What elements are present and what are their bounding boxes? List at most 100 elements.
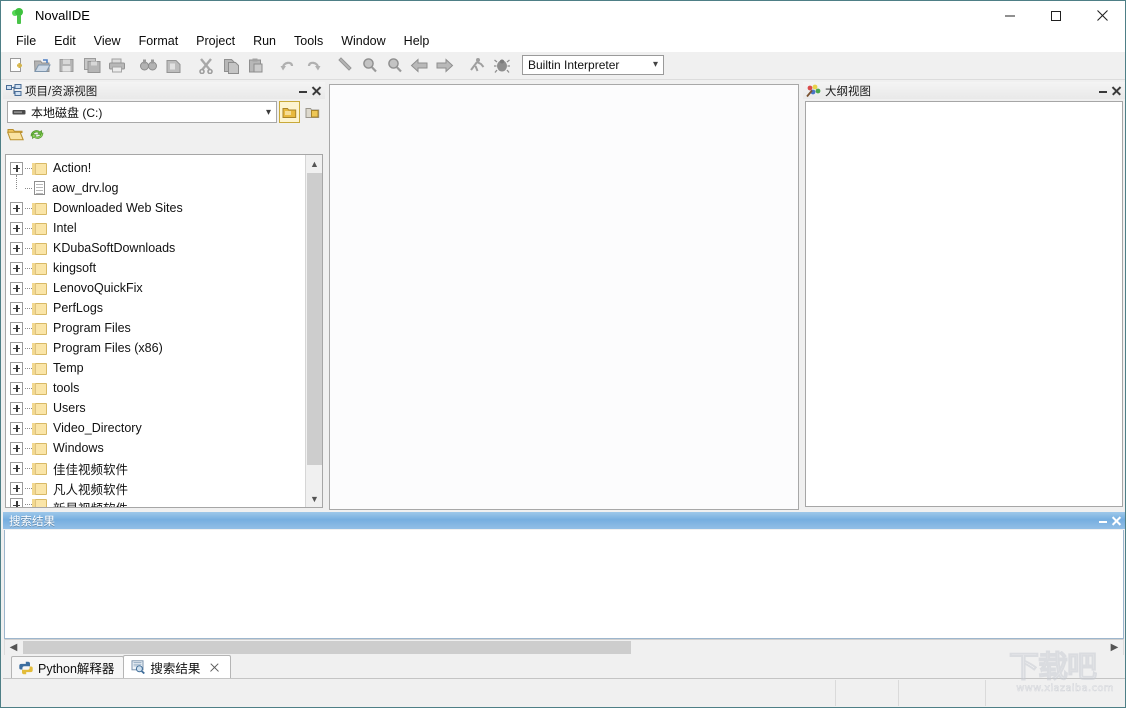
tab-python-interpreter[interactable]: Python解释器 xyxy=(11,656,125,678)
save-icon[interactable] xyxy=(54,54,79,78)
menu-help[interactable]: Help xyxy=(395,31,439,51)
expand-icon[interactable] xyxy=(10,261,23,275)
search-results-content[interactable] xyxy=(4,530,1124,639)
minimize-icon[interactable] xyxy=(1099,87,1107,94)
tree-item[interactable]: 凡人视频软件 xyxy=(6,478,305,498)
chevron-right-icon[interactable]: ▶ xyxy=(1106,640,1123,655)
expand-icon[interactable] xyxy=(10,341,23,355)
expand-icon[interactable] xyxy=(10,241,23,255)
expand-icon[interactable] xyxy=(10,361,23,375)
expand-icon[interactable] xyxy=(10,461,23,475)
menu-project[interactable]: Project xyxy=(187,31,244,51)
expand-icon[interactable] xyxy=(10,401,23,415)
open-folder-icon[interactable] xyxy=(6,127,24,145)
tree-item[interactable]: 佳佳视频软件 xyxy=(6,458,305,478)
copy-icon[interactable] xyxy=(218,54,243,78)
expand-icon[interactable] xyxy=(10,381,23,395)
scrollbar-thumb[interactable] xyxy=(23,641,631,654)
tree-item[interactable]: Program Files xyxy=(6,318,305,338)
minimize-icon[interactable] xyxy=(1099,517,1107,524)
search-results-hscrollbar[interactable]: ◀ ▶ xyxy=(4,639,1124,656)
menu-run[interactable]: Run xyxy=(244,31,285,51)
menu-view[interactable]: View xyxy=(85,31,130,51)
outline-content[interactable] xyxy=(805,101,1123,507)
outline-panel-header[interactable]: 大纲视图 xyxy=(803,82,1125,99)
close-button[interactable] xyxy=(1079,1,1125,30)
drive-select[interactable]: 本地磁盘 (C:) ▾ xyxy=(7,101,277,123)
editor-area[interactable] xyxy=(329,84,799,510)
tree-item[interactable]: 新星视频软件 xyxy=(6,498,305,507)
project-folder-button[interactable] xyxy=(279,101,300,123)
project-tree-scrollbar[interactable]: ▲ ▼ xyxy=(305,155,322,507)
back-arrow-icon[interactable] xyxy=(407,54,432,78)
tree-item[interactable]: Program Files (x86) xyxy=(6,338,305,358)
expand-icon[interactable] xyxy=(10,161,23,175)
tree-item[interactable]: PerfLogs xyxy=(6,298,305,318)
undo-icon[interactable] xyxy=(275,54,300,78)
close-icon[interactable] xyxy=(312,86,321,96)
tree-line xyxy=(25,462,32,475)
expand-icon[interactable] xyxy=(10,421,23,435)
menu-window[interactable]: Window xyxy=(332,31,394,51)
project-panel-header[interactable]: 项目/资源视图 xyxy=(3,82,325,99)
interpreter-combo[interactable]: Builtin Interpreter ▾ xyxy=(522,54,664,75)
chevron-up-icon[interactable]: ▲ xyxy=(306,155,322,172)
print-icon[interactable] xyxy=(104,54,129,78)
tree-item[interactable]: Windows xyxy=(6,438,305,458)
expand-icon[interactable] xyxy=(10,281,23,295)
menu-tools[interactable]: Tools xyxy=(285,31,332,51)
tree-item[interactable]: kingsoft xyxy=(6,258,305,278)
folder-icon xyxy=(32,442,47,455)
redo-icon[interactable] xyxy=(300,54,325,78)
new-file-icon[interactable] xyxy=(4,54,29,78)
zoom-out-icon[interactable] xyxy=(382,54,407,78)
chevron-down-icon[interactable]: ▼ xyxy=(306,490,322,507)
save-all-icon[interactable] xyxy=(79,54,104,78)
tree-item[interactable]: Downloaded Web Sites xyxy=(6,198,305,218)
open-file-icon[interactable] xyxy=(29,54,54,78)
close-icon[interactable] xyxy=(208,661,221,674)
run-icon[interactable] xyxy=(464,54,489,78)
tree-item[interactable]: KDubaSoftDownloads xyxy=(6,238,305,258)
goto-icon[interactable] xyxy=(161,54,186,78)
cut-icon[interactable] xyxy=(193,54,218,78)
menu-format[interactable]: Format xyxy=(130,31,188,51)
expand-icon[interactable] xyxy=(10,481,23,495)
menu-file[interactable]: File xyxy=(7,31,45,51)
expand-icon[interactable] xyxy=(10,441,23,455)
outline-panel-title: 大纲视图 xyxy=(825,85,871,98)
paste-icon[interactable] xyxy=(243,54,268,78)
tree-item[interactable]: Temp xyxy=(6,358,305,378)
package-folder-button[interactable] xyxy=(302,101,323,123)
tree-item[interactable]: Action! xyxy=(6,158,305,178)
tree-line xyxy=(25,202,32,215)
tab-search-results[interactable]: 搜索结果 xyxy=(123,655,232,678)
expand-icon[interactable] xyxy=(10,221,23,235)
expand-icon[interactable] xyxy=(10,301,23,315)
close-icon[interactable] xyxy=(1112,86,1121,96)
tree-item[interactable]: tools xyxy=(6,378,305,398)
forward-arrow-icon[interactable] xyxy=(432,54,457,78)
minimize-icon[interactable] xyxy=(299,87,307,94)
tree-item[interactable]: aow_drv.log xyxy=(6,174,305,198)
expand-icon[interactable] xyxy=(10,321,23,335)
menu-edit[interactable]: Edit xyxy=(45,31,85,51)
wrench-icon[interactable] xyxy=(332,54,357,78)
tree-item[interactable]: Intel xyxy=(6,218,305,238)
close-icon[interactable] xyxy=(1111,516,1122,526)
maximize-button[interactable] xyxy=(1033,1,1079,30)
tree-item[interactable]: LenovoQuickFix xyxy=(6,278,305,298)
expand-icon[interactable] xyxy=(10,498,23,507)
search-panel-header[interactable]: 搜索结果 xyxy=(3,512,1125,529)
minimize-button[interactable] xyxy=(987,1,1033,30)
debug-bug-icon[interactable] xyxy=(489,54,514,78)
refresh-icon[interactable] xyxy=(29,127,45,145)
project-tree[interactable]: Action! aow_drv.log Downloaded Web Sites… xyxy=(5,154,323,508)
scrollbar-thumb[interactable] xyxy=(307,173,322,465)
zoom-in-icon[interactable] xyxy=(357,54,382,78)
tree-item[interactable]: Video_Directory xyxy=(6,418,305,438)
find-in-files-icon[interactable] xyxy=(136,54,161,78)
expand-icon[interactable] xyxy=(10,201,23,215)
chevron-left-icon[interactable]: ◀ xyxy=(5,640,22,655)
tree-item[interactable]: Users xyxy=(6,398,305,418)
